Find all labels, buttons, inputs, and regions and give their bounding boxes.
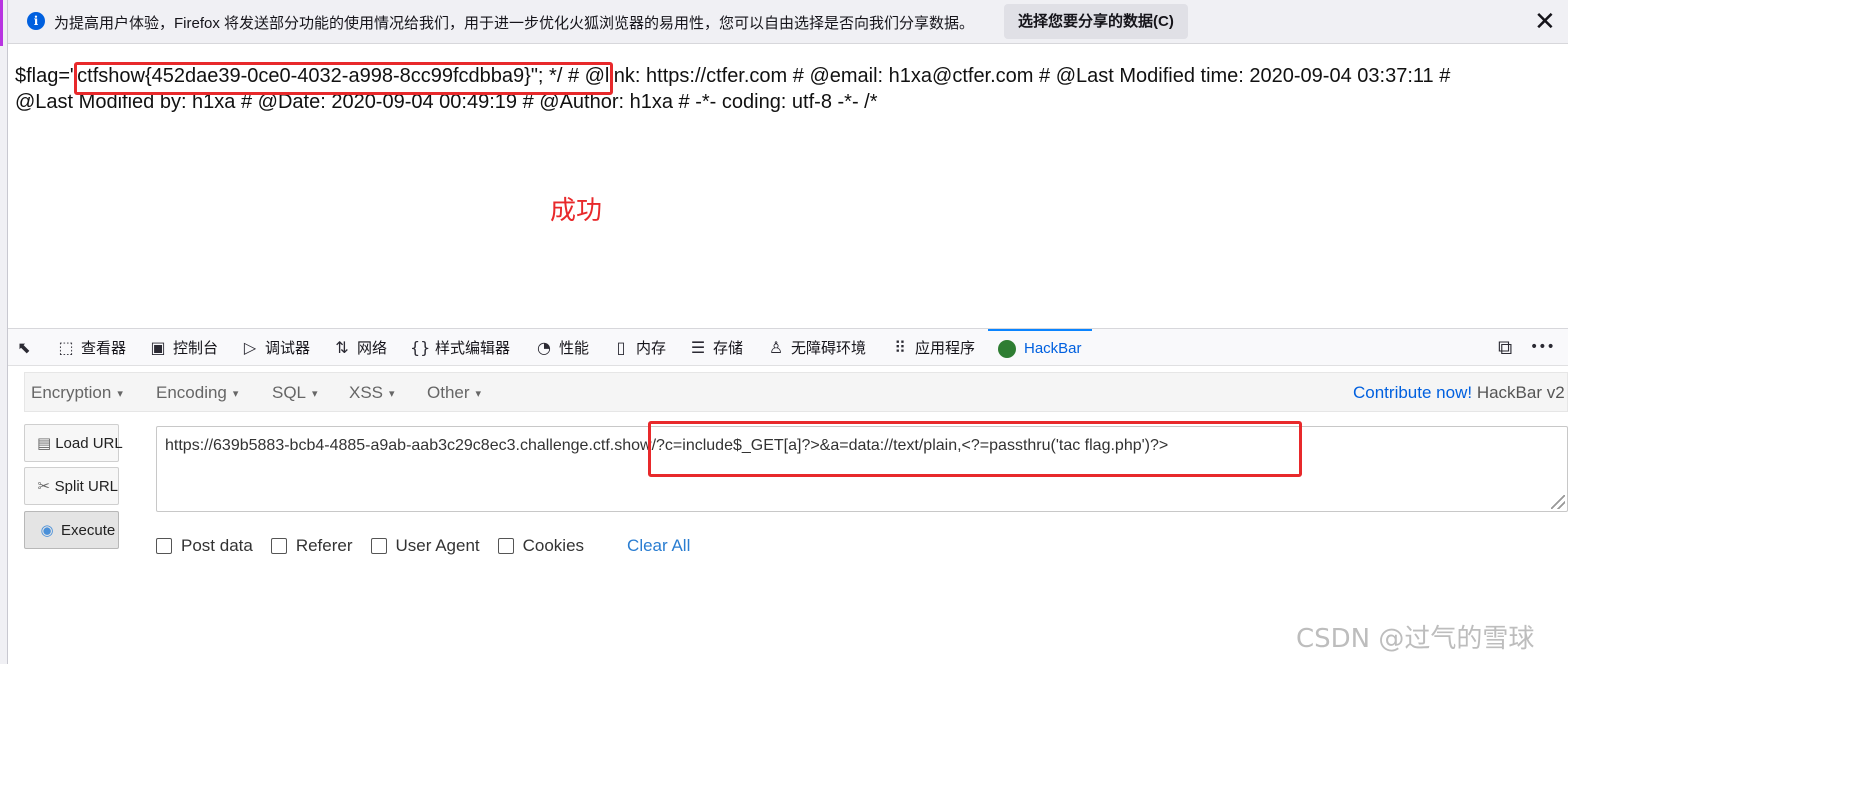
tab-label: 样式编辑器 (435, 340, 511, 357)
page-content: $flag="ctfshow{452dae39-0ce0-4032-a998-8… (8, 45, 1568, 327)
post-data-checkbox[interactable] (156, 538, 172, 554)
tab-label: 内存 (636, 340, 667, 357)
payload-highlight-box (648, 421, 1302, 477)
flag-highlight-box (74, 62, 613, 95)
menu-other[interactable]: Other ▾ (427, 383, 481, 403)
menu-label: XSS (349, 383, 384, 402)
tab-network[interactable]: ⇅ 网络 (332, 329, 387, 366)
menu-label: Other (427, 383, 470, 402)
tab-style-editor[interactable]: {} 样式编辑器 (410, 329, 510, 366)
tab-label: 控制台 (173, 340, 219, 357)
tab-label: 存储 (713, 340, 744, 357)
tab-label: 网络 (357, 340, 388, 357)
load-url-button[interactable]: ▤ Load URL (24, 424, 123, 462)
tab-label: 性能 (559, 340, 590, 357)
tab-storage[interactable]: ☰ 存储 (688, 329, 743, 366)
menu-encryption[interactable]: Encryption ▾ (31, 383, 123, 403)
tab-label: 应用程序 (915, 340, 976, 357)
scissors-icon: ✂ (37, 477, 51, 495)
user-agent-checkbox[interactable] (370, 538, 387, 554)
application-icon: ⠿ (894, 338, 906, 357)
debugger-icon: ▷ (243, 338, 257, 357)
button-label: Execute (61, 521, 116, 539)
menu-encoding[interactable]: Encoding ▾ (156, 383, 238, 403)
watermark: CSDN @过气的雪球 (1296, 624, 1535, 654)
button-label: Load URL (55, 434, 123, 452)
tab-console[interactable]: ▣ 控制台 (148, 329, 218, 366)
menu-label: Encryption (31, 383, 112, 402)
clear-all-link[interactable]: Clear All (627, 536, 690, 556)
resize-handle[interactable] (1551, 495, 1565, 509)
tab-label: 调试器 (265, 340, 311, 357)
menu-label: Encoding (156, 383, 227, 402)
option-label: Referer (295, 536, 353, 555)
performance-icon: ◔ (537, 338, 551, 357)
tab-accessibility[interactable]: ♙ 无障碍环境 (766, 329, 866, 366)
caret-down-icon: ▾ (117, 387, 123, 401)
more-options-icon[interactable]: ••• (1530, 339, 1555, 355)
memory-icon: ▯ (616, 338, 626, 357)
cookies-option[interactable]: Cookies (497, 536, 585, 556)
cookies-checkbox[interactable] (497, 538, 514, 554)
tab-debugger[interactable]: ▷ 调试器 (240, 329, 310, 366)
execute-icon: ◉ (40, 521, 54, 539)
info-icon: i (27, 12, 45, 30)
pick-element-icon: ⬉ (17, 338, 31, 357)
referer-option[interactable]: Referer (270, 536, 353, 556)
caret-down-icon: ▾ (475, 387, 482, 401)
menu-label: SQL (272, 383, 307, 402)
post-data-option[interactable]: Post data (156, 536, 253, 556)
execute-button[interactable]: ◉ Execute (24, 511, 119, 549)
tab-memory[interactable]: ▯ 内存 (611, 329, 666, 366)
option-label: Post data (181, 536, 253, 555)
storage-icon: ☰ (690, 338, 706, 357)
referer-checkbox[interactable] (270, 538, 287, 554)
caret-down-icon: ▾ (389, 387, 395, 401)
contribute-area: Contribute now! HackBar v2 (1353, 383, 1565, 403)
option-label: Cookies (522, 536, 585, 555)
accessibility-icon: ♙ (768, 338, 784, 357)
pick-element-button[interactable]: ⬉ (14, 329, 39, 366)
notification-message: 为提高用户体验，Firefox 将发送部分功能的使用情况给我们，用于进一步优化火… (54, 15, 975, 32)
close-icon[interactable]: ✕ (1534, 6, 1556, 36)
tab-label: 查看器 (81, 340, 127, 357)
tab-performance[interactable]: ◔ 性能 (534, 329, 589, 366)
inspector-icon: ⬚ (58, 338, 74, 357)
window-accent (0, 0, 3, 46)
success-annotation: 成功 (550, 196, 603, 226)
adjacent-window-edge (0, 0, 8, 664)
option-label: User Agent (395, 536, 480, 555)
user-agent-option[interactable]: User Agent (370, 536, 480, 556)
hackbar-version: HackBar v2 (1476, 383, 1565, 402)
telemetry-notification-bar: i 为提高用户体验，Firefox 将发送部分功能的使用情况给我们，用于进一步优… (8, 0, 1568, 44)
request-options: Post data Referer User Agent Cookies Cle… (156, 534, 690, 558)
tab-label: HackBar (1024, 340, 1082, 357)
caret-down-icon: ▾ (232, 387, 239, 401)
tab-hackbar[interactable]: HackBar (988, 329, 1092, 366)
devtools-toolbar: ⬉ ⬚ 查看器 ▣ 控制台 ▷ 调试器 ⇅ 网络 {} 样式编辑器 ◔ 性能 ▯ 内存 ☰ 存储… (8, 328, 1568, 366)
network-icon: ⇅ (335, 338, 349, 357)
tab-application[interactable]: ⠿ 应用程序 (890, 329, 975, 366)
menu-sql[interactable]: SQL ▾ (272, 383, 318, 403)
tab-inspector[interactable]: ⬚ 查看器 (56, 329, 126, 366)
contribute-link[interactable]: Contribute now! (1353, 383, 1472, 402)
menu-xss[interactable]: XSS ▾ (349, 383, 395, 403)
console-icon: ▣ (150, 338, 166, 357)
style-editor-icon: {} (410, 338, 431, 357)
split-url-button[interactable]: ✂ Split URL (24, 467, 119, 505)
responsive-design-icon[interactable]: ⧉ (1498, 335, 1512, 359)
caret-down-icon: ▾ (312, 387, 318, 401)
button-label: Split URL (54, 477, 118, 495)
hackbar-icon (998, 339, 1016, 358)
hackbar-menu: Encryption ▾ Encoding ▾ SQL ▾ XSS ▾ Other ▾ C… (24, 372, 1568, 412)
tab-label: 无障碍环境 (791, 340, 867, 357)
load-url-icon: ▤ (37, 434, 52, 452)
choose-data-button[interactable]: 选择您要分享的数据(C) (1004, 4, 1188, 39)
